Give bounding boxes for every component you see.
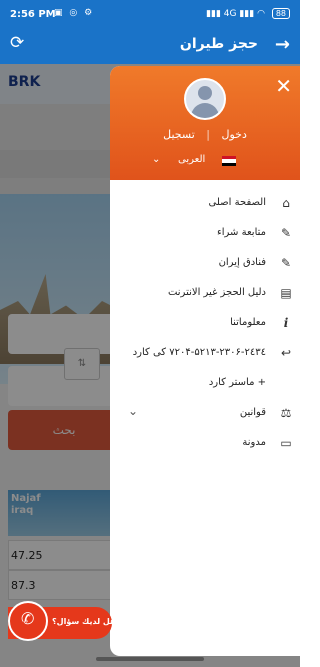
close-icon[interactable]: ✕ [275, 74, 292, 98]
menu-item-label: دليل الحجز غير الانترنت [167, 287, 266, 298]
menu-item-label: فنادق إيران [218, 257, 266, 268]
menu-item-label: ٢٤٣٤-٢٣٠۶-٧٢٠۴-۵٢١٣ کی کارد [132, 347, 266, 358]
drawer-header: ✕ دخول | تسجيل ⌄ العربی [110, 66, 300, 180]
folder-icon: ▭ [280, 436, 292, 450]
app-bar: ⟳ حجز طيران → [0, 28, 300, 64]
menu-item-card-number[interactable]: ↩ ٢٤٣٤-٢٣٠۶-٧٢٠۴-۵٢١٣ کی کارد [110, 344, 300, 366]
menu-item-label: مدونة [242, 437, 266, 448]
auth-links: دخول | تسجيل [110, 128, 300, 141]
support-call-button[interactable]: ✆ هل لديك سؤال؟ [8, 601, 116, 641]
phone-icon: ✆ [21, 609, 35, 628]
menu-item-offline-guide[interactable]: ▤ دليل الحجز غير الانترنت [110, 284, 300, 306]
navigation-drawer: ✕ دخول | تسجيل ⌄ العربی ⌂ الصفحة اصلی ✎ [110, 66, 300, 656]
home-indicator [96, 657, 204, 661]
menu-item-rules[interactable]: ⚖ قوانین ⌄ [110, 404, 300, 426]
menu-item-iran-hotels[interactable]: ✎ فنادق إيران [110, 254, 300, 276]
menu-item-home[interactable]: ⌂ الصفحة اصلی [110, 194, 300, 216]
chevron-down-icon[interactable]: ⌄ [128, 404, 138, 418]
avatar-body [191, 103, 219, 118]
signal-icon: ▮▮▮ 4G ▮▮▮ ◠ [206, 9, 265, 19]
back-arrow-icon[interactable]: → [275, 34, 290, 55]
page-title: حجز طيران [179, 36, 258, 52]
battery-icon: 88 [271, 8, 290, 19]
menu-item-mastercard[interactable]: + ماستر كارد [110, 374, 300, 396]
menu-item-label: + ماستر كارد [208, 377, 266, 388]
menu-item-blog[interactable]: ▭ مدونة [110, 434, 300, 456]
ticket-icon: ✎ [280, 226, 292, 240]
menu-item-track-purchase[interactable]: ✎ متابعة شراء [110, 224, 300, 246]
status-time: 2:56 PM [10, 9, 56, 20]
auth-divider: | [206, 128, 210, 141]
menu-item-about[interactable]: i معلوماتنا [110, 314, 300, 336]
status-icons: ▣ ◎ ⚙ [54, 8, 95, 18]
phone-circle: ✆ [8, 601, 48, 641]
register-link[interactable]: تسجيل [163, 128, 195, 141]
hotel-icon: ✎ [280, 256, 292, 270]
status-right: ▮▮▮ 4G ▮▮▮ ◠ 88 [206, 8, 290, 19]
menu-item-label: متابعة شراء [217, 227, 266, 238]
language-selector[interactable]: ⌄ العربی [110, 154, 300, 172]
reply-icon: ↩ [280, 346, 292, 360]
language-label: العربی [178, 154, 206, 165]
avatar[interactable] [184, 78, 226, 120]
flag-stripe-black [222, 162, 236, 166]
scales-icon: ⚖ [280, 406, 292, 420]
refresh-icon[interactable]: ⟳ [10, 33, 24, 53]
menu-item-label: قوانین [239, 407, 266, 418]
login-link[interactable]: دخول [221, 128, 246, 141]
iraq-flag-icon [222, 156, 236, 166]
home-icon: ⌂ [282, 196, 290, 210]
support-question-label: هل لديك سؤال؟ [52, 617, 116, 626]
menu-item-label: معلوماتنا [230, 317, 266, 328]
chevron-down-icon: ⌄ [152, 154, 161, 165]
menu-item-label: الصفحة اصلی [208, 197, 266, 208]
book-icon: ▤ [280, 286, 292, 300]
info-icon: i [283, 316, 289, 330]
avatar-head [198, 86, 212, 100]
status-bar: 2:56 PM ▣ ◎ ⚙ ▮▮▮ 4G ▮▮▮ ◠ 88 [0, 0, 300, 28]
